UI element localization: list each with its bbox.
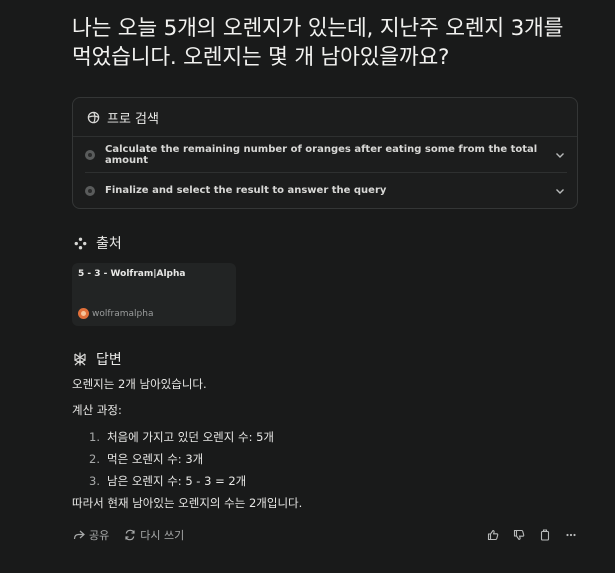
answer-heading: 답변 [72,349,578,369]
source-card[interactable]: 5 - 3 - Wolfram|Alpha wolframalpha [72,263,236,326]
chevron-down-icon[interactable] [553,184,567,198]
source-site-label: wolframalpha [92,308,154,319]
copy-icon[interactable] [538,528,552,542]
answer-steps-heading: 계산 과정: [72,403,122,417]
answer-summary: 오렌지는 2개 남아있습니다. [72,377,207,391]
sources-title: 출처 [96,236,122,252]
wolframalpha-favicon-icon [78,308,89,319]
pro-search-panel: 프로 검색 Calculate the remaining number of … [72,97,578,209]
share-label: 공유 [89,529,110,542]
answer-title: 답변 [96,352,122,368]
answer-steps-list: 1. 처음에 가지고 있던 오렌지 수: 5개 2. 먹은 오렌지 수: 3개 … [72,426,578,492]
step-label: Calculate the remaining number of orange… [105,143,538,166]
step-status-icon [85,185,95,196]
thumbs-down-icon[interactable] [512,528,526,542]
answer-actions: 공유 다시 쓰기 [72,526,578,544]
step-label: Finalize and select the result to answer… [105,185,387,196]
more-icon[interactable] [564,528,578,542]
list-text: 먹은 오렌지 수: 3개 [107,452,204,466]
query-title: 나는 오늘 5개의 오렌지가 있는데, 지난주 오렌지 3개를 먹었습니다. 오… [72,16,564,70]
list-number: 2. [89,452,100,466]
chevron-down-icon[interactable] [553,148,567,162]
list-number: 1. [89,430,100,444]
pro-search-step[interactable]: Finalize and select the result to answer… [85,172,567,208]
list-item: 3. 남은 오렌지 수: 5 - 3 = 2개 [72,470,578,492]
pro-search-icon [85,109,101,125]
list-text: 남은 오렌지 수: 5 - 3 = 2개 [107,474,247,488]
pro-search-step[interactable]: Calculate the remaining number of orange… [85,137,567,172]
thumbs-up-icon[interactable] [486,528,500,542]
rewrite-button[interactable]: 다시 쓰기 [123,527,184,543]
list-item: 2. 먹은 오렌지 수: 3개 [72,448,578,470]
answer-conclusion: 따라서 현재 남아있는 오렌지의 수는 2개입니다. [72,496,303,510]
pro-search-header[interactable]: 프로 검색 [73,98,577,137]
answer-body: 오렌지는 2개 남아있습니다. 계산 과정: 1. 처음에 가지고 있던 오렌지… [72,375,578,512]
share-button[interactable]: 공유 [72,527,109,543]
source-title: 5 - 3 - Wolfram|Alpha [78,269,186,279]
list-text: 처음에 가지고 있던 오렌지 수: 5개 [107,430,275,444]
rewrite-label: 다시 쓰기 [140,529,185,542]
list-number: 3. [89,474,100,488]
pro-search-title: 프로 검색 [107,111,159,127]
share-icon [72,529,85,542]
step-status-icon [85,149,95,160]
thread-page: 나는 오늘 5개의 오렌지가 있는데, 지난주 오렌지 3개를 먹었습니다. 오… [72,14,578,544]
source-site: wolframalpha [78,308,153,319]
list-item: 1. 처음에 가지고 있던 오렌지 수: 5개 [72,426,578,448]
rewrite-icon [123,529,136,542]
answer-icon [72,351,88,367]
sources-heading: 출처 [72,233,578,253]
sources-icon [72,235,88,251]
